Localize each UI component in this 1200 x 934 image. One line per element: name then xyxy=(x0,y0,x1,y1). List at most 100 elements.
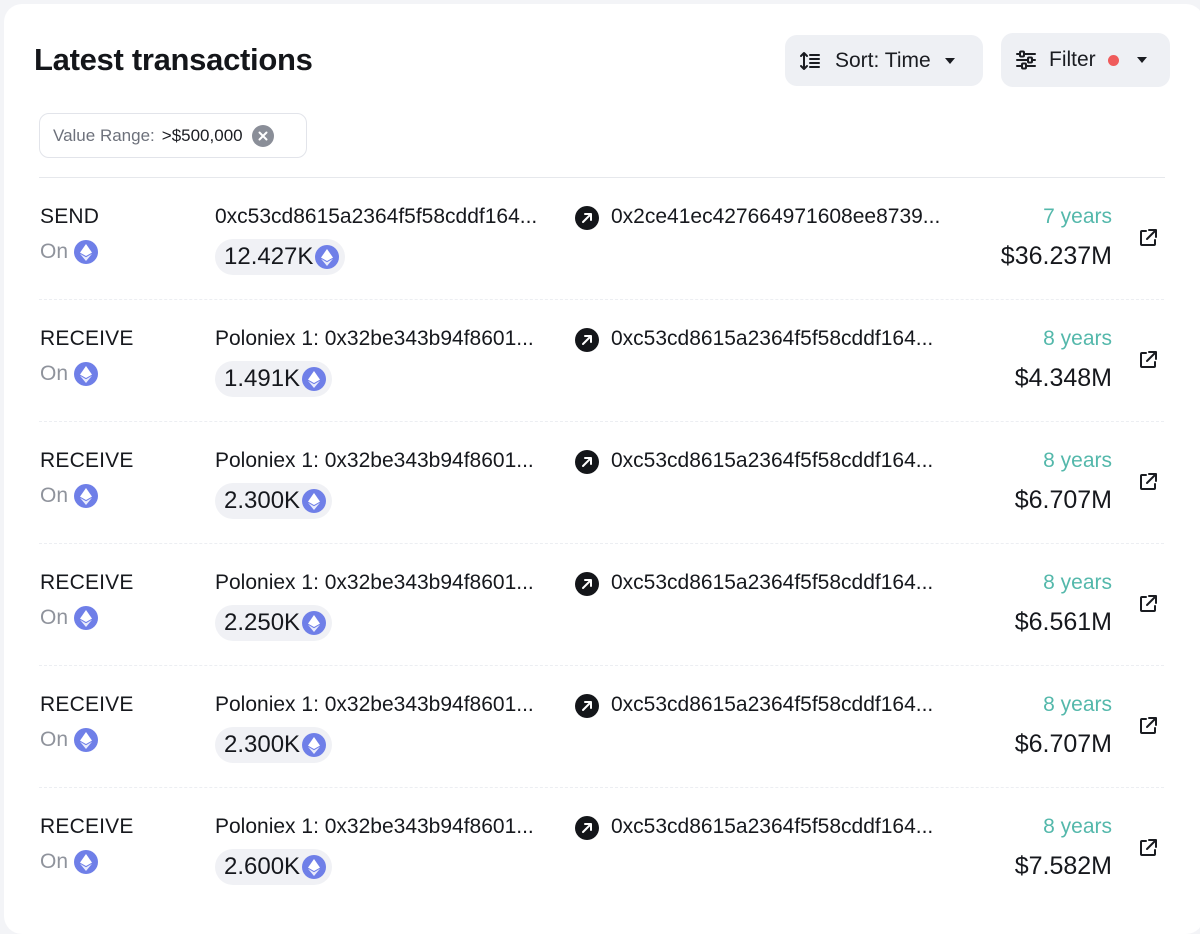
on-label: On xyxy=(40,850,69,873)
on-label: On xyxy=(40,606,69,629)
external-link-icon[interactable] xyxy=(1137,837,1159,859)
ethereum-icon xyxy=(302,367,327,391)
amount-badge: 2.600K xyxy=(215,849,333,885)
page-title: Latest transactions xyxy=(34,42,313,77)
external-link-icon[interactable] xyxy=(1137,471,1159,493)
transaction-row[interactable]: RECEIVE On Poloniex 1: 0x32be343b94f8601… xyxy=(4,544,1200,666)
usd-value: $6.707M xyxy=(1014,730,1112,758)
to-address[interactable]: 0xc53cd8615a2364f5f58cddf164... xyxy=(611,815,933,839)
external-link-icon[interactable] xyxy=(1137,227,1159,249)
transaction-row[interactable]: RECEIVE On Poloniex 1: 0x32be343b94f8601… xyxy=(4,788,1200,910)
to-address[interactable]: 0xc53cd8615a2364f5f58cddf164... xyxy=(611,327,933,351)
chain-indicator: On xyxy=(40,728,99,752)
transaction-age: 8 years xyxy=(1043,693,1112,716)
close-circle-icon[interactable] xyxy=(251,124,274,147)
chain-indicator: On xyxy=(40,850,99,874)
sliders-icon xyxy=(1016,50,1036,70)
from-address[interactable]: Poloniex 1: 0x32be343b94f8601... xyxy=(215,449,534,473)
from-address[interactable]: Poloniex 1: 0x32be343b94f8601... xyxy=(215,693,534,717)
transaction-age: 8 years xyxy=(1043,571,1112,594)
ethereum-icon xyxy=(302,611,327,635)
transaction-type: RECEIVE xyxy=(40,449,134,472)
chip-label: Value Range: xyxy=(53,125,155,145)
ethereum-icon xyxy=(315,245,340,269)
ethereum-icon xyxy=(74,484,99,508)
amount-badge: 1.491K xyxy=(215,361,333,397)
on-label: On xyxy=(40,240,69,263)
from-address[interactable]: Poloniex 1: 0x32be343b94f8601... xyxy=(215,571,534,595)
to-address[interactable]: 0xc53cd8615a2364f5f58cddf164... xyxy=(611,693,933,717)
transaction-type: RECEIVE xyxy=(40,815,134,838)
value-range-filter-chip: Value Range: >$500,000 xyxy=(39,113,307,158)
arrow-up-right-icon xyxy=(575,816,599,840)
chain-indicator: On xyxy=(40,606,99,630)
amount-value: 2.600K xyxy=(224,853,301,880)
amount-value: 1.491K xyxy=(224,365,301,392)
usd-value: $4.348M xyxy=(1014,364,1112,392)
transaction-age: 8 years xyxy=(1043,815,1112,838)
ethereum-icon xyxy=(74,362,99,386)
ethereum-icon xyxy=(302,733,327,757)
chain-indicator: On xyxy=(40,484,99,508)
external-link-icon[interactable] xyxy=(1137,715,1159,737)
usd-value: $36.237M xyxy=(1000,242,1112,270)
usd-value: $7.582M xyxy=(1014,852,1112,880)
transactions-list: SEND On 0xc53cd8615a2364f5f58cddf164... … xyxy=(4,178,1200,910)
transaction-type: RECEIVE xyxy=(40,327,134,350)
amount-value: 2.250K xyxy=(224,609,301,636)
chain-indicator: On xyxy=(40,240,99,264)
sort-button[interactable]: Sort: Time xyxy=(785,35,983,86)
arrow-up-right-icon xyxy=(575,206,599,230)
transaction-age: 8 years xyxy=(1043,449,1112,472)
arrow-up-right-icon xyxy=(575,450,599,474)
on-label: On xyxy=(40,728,69,751)
chevron-down-icon xyxy=(944,57,955,64)
on-label: On xyxy=(40,362,69,385)
external-link-icon[interactable] xyxy=(1137,593,1159,615)
amount-value: 2.300K xyxy=(224,487,301,514)
amount-badge: 2.300K xyxy=(215,727,333,763)
amount-value: 2.300K xyxy=(224,731,301,758)
arrow-up-right-icon xyxy=(575,694,599,718)
to-address[interactable]: 0xc53cd8615a2364f5f58cddf164... xyxy=(611,571,933,595)
ethereum-icon xyxy=(74,728,99,752)
filter-active-dot xyxy=(1107,54,1119,66)
chain-indicator: On xyxy=(40,362,99,386)
transaction-row[interactable]: RECEIVE On Poloniex 1: 0x32be343b94f8601… xyxy=(4,666,1200,788)
ethereum-icon xyxy=(302,855,327,879)
transaction-type: RECEIVE xyxy=(40,571,134,594)
usd-value: $6.707M xyxy=(1014,486,1112,514)
external-link-icon[interactable] xyxy=(1137,349,1159,371)
ethereum-icon xyxy=(74,606,99,630)
ethereum-icon xyxy=(74,850,99,874)
sort-label: Sort: Time xyxy=(835,48,931,72)
from-address[interactable]: Poloniex 1: 0x32be343b94f8601... xyxy=(215,815,534,839)
chip-value: >$500,000 xyxy=(161,125,243,145)
amount-badge: 2.250K xyxy=(215,605,333,641)
arrow-up-right-icon xyxy=(575,328,599,352)
transaction-row[interactable]: RECEIVE On Poloniex 1: 0x32be343b94f8601… xyxy=(4,422,1200,544)
arrow-up-right-icon xyxy=(575,572,599,596)
sort-icon xyxy=(800,51,820,70)
transaction-row[interactable]: SEND On 0xc53cd8615a2364f5f58cddf164... … xyxy=(4,178,1200,300)
from-address[interactable]: 0xc53cd8615a2364f5f58cddf164... xyxy=(215,205,537,229)
transactions-card: Latest transactions Sort: Time Filter Va… xyxy=(4,4,1200,934)
transaction-age: 7 years xyxy=(1043,205,1112,228)
amount-badge: 12.427K xyxy=(215,239,346,275)
transaction-type: SEND xyxy=(40,205,100,228)
amount-value: 12.427K xyxy=(224,243,314,270)
transaction-age: 8 years xyxy=(1043,327,1112,350)
on-label: On xyxy=(40,484,69,507)
filter-button[interactable]: Filter xyxy=(1001,33,1170,87)
transaction-row[interactable]: RECEIVE On Poloniex 1: 0x32be343b94f8601… xyxy=(4,300,1200,422)
chevron-down-icon xyxy=(1136,57,1147,63)
filter-label: Filter xyxy=(1049,48,1096,71)
transaction-type: RECEIVE xyxy=(40,693,134,716)
usd-value: $6.561M xyxy=(1014,608,1112,636)
ethereum-icon xyxy=(74,240,99,264)
from-address[interactable]: Poloniex 1: 0x32be343b94f8601... xyxy=(215,327,534,351)
ethereum-icon xyxy=(302,489,327,513)
to-address[interactable]: 0xc53cd8615a2364f5f58cddf164... xyxy=(611,449,933,473)
to-address[interactable]: 0x2ce41ec427664971608ee8739... xyxy=(611,205,940,229)
amount-badge: 2.300K xyxy=(215,483,333,519)
